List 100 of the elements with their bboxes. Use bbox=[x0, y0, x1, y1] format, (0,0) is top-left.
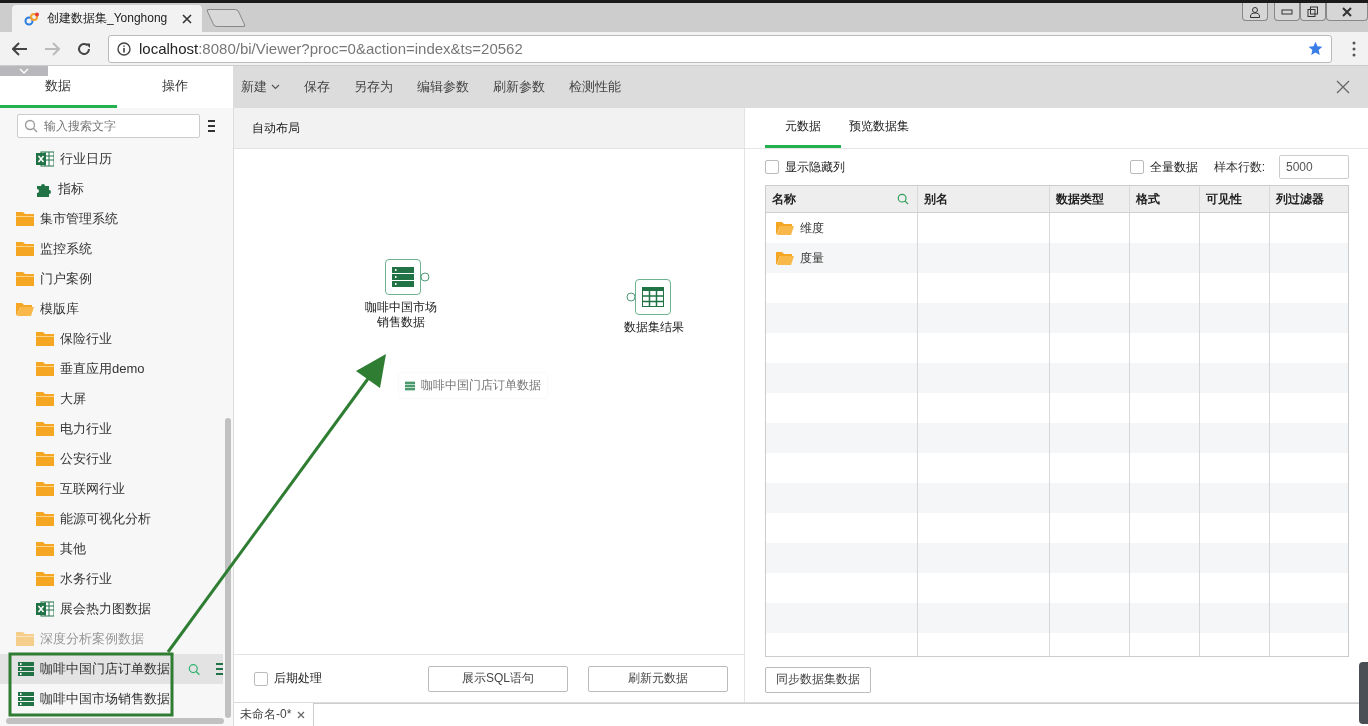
dataset-icon bbox=[18, 662, 34, 676]
profile-button[interactable] bbox=[1242, 3, 1268, 21]
folder-icon bbox=[16, 632, 34, 646]
toolbar-menu[interactable]: 刷新参数 bbox=[493, 78, 545, 96]
port-icon[interactable] bbox=[419, 272, 430, 282]
tree-item-label: 监控系统 bbox=[40, 240, 92, 258]
dataset-item[interactable]: 咖啡中国门店订单数据 bbox=[0, 654, 223, 684]
spreadsheet-icon bbox=[36, 151, 54, 167]
node-box[interactable] bbox=[384, 259, 421, 295]
tree-item-label: 模版库 bbox=[40, 300, 79, 318]
port-icon[interactable] bbox=[625, 292, 636, 302]
toolbar-menu[interactable]: 另存为 bbox=[354, 78, 393, 96]
restore-button[interactable] bbox=[1300, 3, 1326, 21]
column-header[interactable]: 列过滤器 bbox=[1270, 186, 1348, 212]
tree-item[interactable]: 互联网行业 bbox=[0, 474, 233, 504]
address-field[interactable]: localhost:8080/bi/Viewer?proc=0&action=index&ts=20562 bbox=[108, 34, 1332, 63]
tree-item-label: 保险行业 bbox=[60, 330, 112, 348]
node-label: 数据集结果 bbox=[624, 320, 684, 335]
tree-item[interactable]: 展会热力图数据 bbox=[0, 594, 233, 624]
tree-item-label: 水务行业 bbox=[60, 570, 112, 588]
tree-item[interactable]: 电力行业 bbox=[0, 414, 233, 444]
tree-item[interactable]: 能源可视化分析 bbox=[0, 504, 233, 534]
search-field[interactable]: 输入搜索文字 bbox=[17, 114, 200, 138]
minimize-icon bbox=[1281, 8, 1293, 15]
node-box[interactable] bbox=[634, 279, 671, 315]
tree-item-label: 垂直应用demo bbox=[60, 360, 145, 378]
column-header[interactable]: 可见性 bbox=[1200, 186, 1270, 212]
node-label: 咖啡中国市场销售数据 bbox=[364, 300, 438, 330]
table-icon bbox=[641, 287, 664, 307]
tree-item[interactable]: 门户案例 bbox=[0, 264, 233, 294]
reload-icon[interactable] bbox=[76, 40, 92, 57]
dataset-item[interactable]: 咖啡中国市场销售数据 bbox=[0, 684, 223, 714]
tree-item[interactable]: 保险行业 bbox=[0, 324, 233, 354]
scrollbar-thumb[interactable] bbox=[225, 418, 231, 718]
tree-item-label: 行业日历 bbox=[60, 150, 112, 168]
tree-item-label: 互联网行业 bbox=[60, 480, 125, 498]
star-icon[interactable] bbox=[1308, 41, 1323, 56]
dataset-icon bbox=[405, 380, 415, 391]
tree-item[interactable]: 集市管理系统 bbox=[0, 204, 233, 234]
menu-icon[interactable] bbox=[1352, 40, 1356, 57]
toolbar-menu[interactable]: 检测性能 bbox=[569, 78, 621, 96]
dataset-label: 咖啡中国门店订单数据 bbox=[40, 660, 170, 678]
browser-tab[interactable]: 创建数据集_Yonghong bbox=[12, 5, 202, 32]
folder-icon bbox=[36, 392, 54, 406]
dataset-icon bbox=[391, 266, 414, 288]
column-header[interactable]: 名称 bbox=[766, 186, 918, 212]
toolbar-menu[interactable]: 新建 bbox=[241, 78, 280, 96]
tree-item[interactable]: 指标 bbox=[0, 174, 233, 204]
folder-icon bbox=[16, 212, 34, 226]
sidebar-tab[interactable]: 操作 bbox=[116, 66, 233, 108]
checkbox[interactable] bbox=[765, 160, 779, 174]
action-button[interactable]: 展示SQL语句 bbox=[428, 665, 568, 692]
toolbar-menu[interactable]: 保存 bbox=[304, 78, 330, 96]
dataset-icon bbox=[18, 692, 34, 706]
checkbox[interactable] bbox=[1129, 160, 1144, 174]
folder-icon bbox=[36, 512, 54, 526]
sync-button[interactable]: 同步数据集数据 bbox=[765, 666, 871, 693]
new-tab-button[interactable] bbox=[205, 9, 247, 27]
checkbox-label: 后期处理 bbox=[274, 670, 322, 687]
search-icon[interactable] bbox=[897, 193, 909, 205]
sample-rows-field[interactable]: 5000 bbox=[1279, 155, 1349, 179]
search-icon[interactable] bbox=[188, 662, 201, 676]
column-header[interactable]: 格式 bbox=[1130, 186, 1200, 212]
item-menu-icon[interactable] bbox=[216, 663, 223, 675]
dataset-label: 咖啡中国市场销售数据 bbox=[40, 690, 170, 708]
list-menu-icon[interactable] bbox=[208, 120, 215, 132]
tree-item[interactable]: 公安行业 bbox=[0, 444, 233, 474]
column-header[interactable]: 别名 bbox=[918, 186, 1050, 212]
toolbar-menu[interactable]: 编辑参数 bbox=[417, 78, 469, 96]
tree-item[interactable]: 水务行业 bbox=[0, 564, 233, 594]
scrollbar-thumb[interactable] bbox=[6, 718, 224, 724]
search-icon bbox=[24, 119, 38, 133]
tree-item[interactable]: 模版库 bbox=[0, 294, 233, 324]
tree-item-label: 电力行业 bbox=[60, 420, 112, 438]
panel-tab[interactable]: 元数据 bbox=[765, 108, 841, 148]
action-button[interactable]: 刷新元数据 bbox=[588, 665, 728, 692]
window-close-button[interactable] bbox=[1326, 3, 1368, 21]
puzzle-icon bbox=[36, 181, 52, 197]
person-icon bbox=[1249, 5, 1261, 18]
checkbox[interactable] bbox=[254, 671, 268, 686]
column-header[interactable]: 数据类型 bbox=[1050, 186, 1130, 212]
tree-item-label: 深度分析案例数据 bbox=[40, 630, 144, 648]
info-icon bbox=[117, 41, 131, 56]
close-icon[interactable] bbox=[182, 13, 192, 24]
tree-item[interactable]: 行业日历 bbox=[0, 144, 233, 174]
side-widget bbox=[1359, 662, 1368, 724]
sidebar-tab[interactable]: 数据 bbox=[0, 66, 117, 108]
document-tab[interactable]: 未命名-0* bbox=[234, 703, 314, 726]
tree-item[interactable]: 监控系统 bbox=[0, 234, 233, 264]
table-cell: 度量 bbox=[800, 249, 824, 267]
tree-item[interactable]: 大屏 bbox=[0, 384, 233, 414]
tree-item[interactable]: 垂直应用demo bbox=[0, 354, 233, 384]
tree-item-label: 指标 bbox=[58, 180, 84, 198]
url-text: localhost:8080/bi/Viewer?proc=0&action=index&ts=20562 bbox=[139, 40, 524, 57]
panel-tab[interactable]: 预览数据集 bbox=[841, 108, 917, 148]
tree-item[interactable]: 其他 bbox=[0, 534, 233, 564]
auto-layout-button[interactable]: 自动布局 bbox=[234, 108, 744, 149]
close-icon[interactable] bbox=[297, 710, 306, 719]
back-icon[interactable] bbox=[12, 41, 28, 56]
checkbox-label: 显示隐藏列 bbox=[785, 158, 845, 176]
